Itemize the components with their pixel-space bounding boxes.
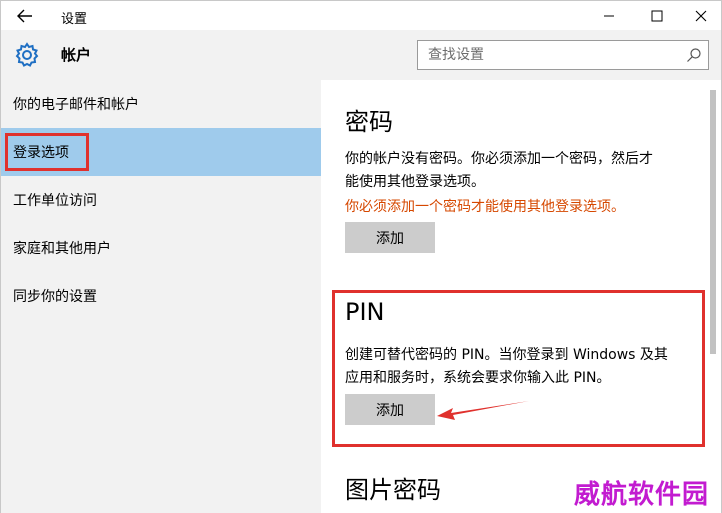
minimize-icon — [604, 15, 614, 17]
main-content: 密码 你的帐户没有密码。你必须添加一个密码，然后才 能使用其他登录选项。 你必须… — [321, 80, 722, 513]
sidebar-item-sync-settings[interactable]: 同步你的设置 — [1, 272, 322, 320]
title-bar: 设置 — [0, 0, 722, 30]
minimize-button[interactable] — [585, 1, 633, 31]
sidebar: 你的电子邮件和帐户 登录选项 工作单位访问 家庭和其他用户 同步你的设置 — [0, 80, 322, 513]
sidebar-item-email-accounts[interactable]: 你的电子邮件和帐户 — [1, 80, 322, 128]
page-title: 帐户 — [61, 46, 92, 64]
pin-section-title: PIN — [345, 298, 385, 326]
password-description-line-2: 能使用其他登录选项。 — [345, 174, 485, 190]
maximize-button[interactable] — [633, 1, 681, 31]
sidebar-item-label: 家庭和其他用户 — [13, 241, 111, 257]
sidebar-item-label: 你的电子邮件和帐户 — [13, 97, 139, 113]
password-description-line-1: 你的帐户没有密码。你必须添加一个密码，然后才 — [345, 151, 653, 167]
arrow-annotation-icon — [437, 401, 529, 420]
search-box[interactable] — [417, 40, 709, 70]
search-icon[interactable] — [686, 47, 702, 63]
highlight-box — [5, 133, 89, 171]
add-password-button[interactable]: 添加 — [345, 222, 435, 253]
sidebar-item-label: 工作单位访问 — [13, 193, 97, 209]
watermark: 威航软件园 — [574, 480, 710, 510]
back-button[interactable] — [9, 5, 41, 27]
search-input[interactable] — [418, 41, 678, 69]
window-title: 设置 — [61, 12, 88, 27]
sidebar-item-label: 同步你的设置 — [13, 289, 97, 305]
add-pin-button[interactable]: 添加 — [345, 394, 435, 425]
gear-icon — [15, 42, 39, 67]
sidebar-item-family-users[interactable]: 家庭和其他用户 — [1, 224, 322, 272]
maximize-icon — [651, 10, 663, 22]
back-arrow-icon — [17, 9, 32, 23]
password-warning: 你必须添加一个密码才能使用其他登录选项。 — [345, 199, 625, 215]
scrollbar[interactable] — [710, 90, 716, 354]
sidebar-item-work-access[interactable]: 工作单位访问 — [1, 176, 322, 224]
pin-description-line-2: 应用和服务时，系统会要求你输入此 PIN。 — [345, 370, 611, 386]
picture-password-section-title: 图片密码 — [345, 476, 441, 504]
header: 帐户 — [0, 30, 722, 80]
password-description: 你的帐户没有密码。你必须添加一个密码，然后才 能使用其他登录选项。 — [345, 148, 695, 194]
pin-description-line-1: 创建可替代密码的 PIN。当你登录到 Windows 及其 — [345, 347, 668, 363]
close-icon — [695, 10, 707, 22]
password-section-title: 密码 — [345, 108, 393, 136]
close-button[interactable] — [677, 1, 722, 31]
pin-description: 创建可替代密码的 PIN。当你登录到 Windows 及其 应用和服务时，系统会… — [345, 344, 695, 390]
sidebar-item-sign-in-options[interactable]: 登录选项 — [1, 128, 322, 176]
